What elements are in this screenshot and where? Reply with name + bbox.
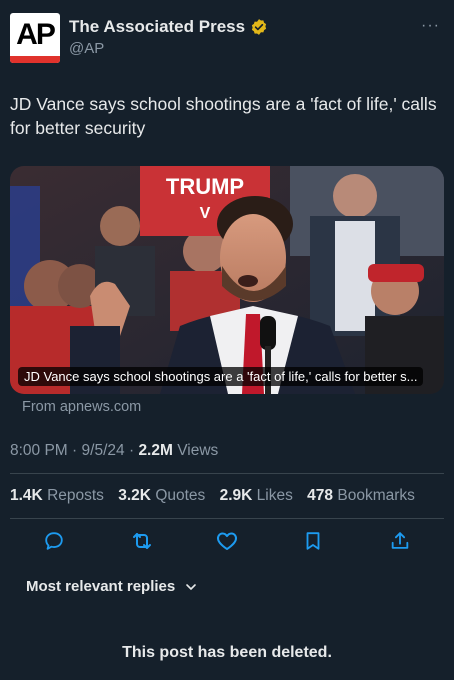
reply-icon [45, 532, 63, 550]
like-icon [217, 532, 237, 550]
repost-icon [133, 533, 151, 549]
more-options-icon[interactable]: ··· [421, 17, 440, 35]
link-source[interactable]: From apnews.com [22, 399, 141, 415]
tweet-header: AP The Associated Press @AP ··· [0, 0, 454, 80]
reply-button[interactable] [41, 528, 67, 554]
deleted-post-notice: This post has been deleted. [122, 644, 332, 661]
stat-label: Quotes [155, 487, 206, 504]
stat-label: Bookmarks [337, 487, 415, 504]
card-photo: TRUMP V [10, 166, 444, 394]
engagement-stats: 1.4K Reposts 3.2K Quotes 2.9K Likes 478 … [10, 487, 425, 505]
repost-button[interactable] [129, 528, 155, 554]
post-time: 8:00 PM [10, 442, 68, 459]
stat-count: 1.4K [10, 487, 43, 504]
campaign-sign-text-2: V [200, 205, 211, 222]
bookmarks-stat[interactable]: 478 Bookmarks [307, 487, 415, 504]
share-icon [391, 532, 409, 549]
likes-stat[interactable]: 2.9K Likes [220, 487, 293, 504]
tweet-text: JD Vance says school shootings are a 'fa… [10, 94, 437, 138]
stat-count: 2.9K [219, 487, 253, 504]
views-count: 2.2M [138, 442, 173, 459]
divider [10, 473, 444, 474]
replies-sort-label: Most relevant replies [26, 578, 176, 595]
views-label: Views [177, 442, 219, 459]
author-name-row: The Associated Press [69, 17, 268, 37]
action-bar [0, 528, 454, 558]
avatar-red-bar [10, 56, 60, 63]
reposts-stat[interactable]: 1.4K Reposts [10, 487, 104, 504]
verified-badge-icon [251, 19, 267, 35]
tweet-meta: 8:00 PM · 9/5/24 · 2.2M Views [10, 442, 218, 460]
author-name[interactable]: The Associated Press [69, 17, 245, 37]
stat-label: Likes [256, 487, 293, 504]
bookmark-button[interactable] [300, 528, 326, 554]
campaign-sign-text: TRUMP [166, 174, 244, 199]
meta-separator: · [128, 442, 135, 459]
share-button[interactable] [387, 528, 413, 554]
card-caption: JD Vance says school shootings are a 'fa… [18, 367, 424, 386]
stat-label: Reposts [47, 487, 104, 504]
link-card[interactable]: TRUMP V JD Vance says school shootings a… [10, 166, 444, 394]
bookmark-icon [306, 532, 320, 550]
author-handle[interactable]: @AP [69, 40, 104, 57]
stat-count: 478 [307, 487, 334, 504]
quotes-stat[interactable]: 3.2K Quotes [118, 487, 205, 504]
post-date[interactable]: 9/5/24 [82, 442, 125, 459]
avatar-logo-text: AP [16, 18, 56, 51]
meta-separator: · [72, 442, 78, 459]
chevron-down-icon [186, 583, 197, 590]
like-button[interactable] [214, 528, 240, 554]
stat-count: 3.2K [118, 487, 151, 504]
divider [10, 518, 444, 519]
replies-sort-dropdown[interactable]: Most relevant replies [26, 578, 197, 595]
author-avatar[interactable]: AP [10, 13, 60, 63]
